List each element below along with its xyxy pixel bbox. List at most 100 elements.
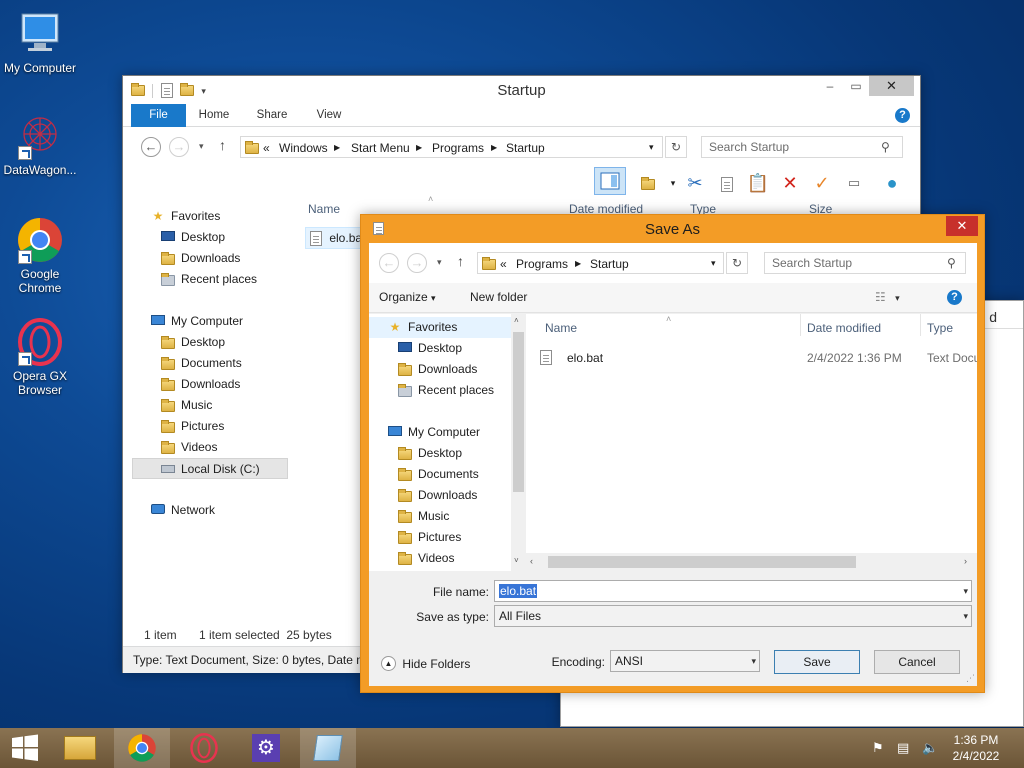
nav-pc-videos[interactable]: Videos <box>397 548 454 569</box>
start-button[interactable] <box>0 728 50 768</box>
tray-time[interactable]: 1:36 PM <box>951 733 1001 747</box>
breadcrumb-programs[interactable]: Programs <box>516 257 568 271</box>
save-as-dialog[interactable]: Save As ✕ ← → ▾ ↑ « Programs ▶ Startup ▾… <box>360 214 985 693</box>
help-icon[interactable]: ? <box>895 108 910 123</box>
file-list-hscrollbar[interactable]: ‹ › <box>526 553 977 571</box>
address-dropdown-icon[interactable]: ▾ <box>711 258 716 269</box>
checkmark-icon[interactable]: ✓ <box>809 170 835 196</box>
address-bar[interactable]: « Windows ▶ Start Menu ▶ Programs ▶ Star… <box>240 136 663 158</box>
nav-favorites[interactable]: ★ Favorites <box>150 206 221 227</box>
open-icon[interactable] <box>635 170 661 196</box>
nav-fav-downloads[interactable]: Downloads <box>397 359 477 380</box>
rename-icon[interactable]: ▭ <box>841 170 867 196</box>
back-button[interactable]: ← <box>141 137 161 157</box>
globe-icon[interactable]: ● <box>879 170 905 196</box>
scrollbar-thumb[interactable] <box>548 556 856 568</box>
up-arrow-icon[interactable]: ↑ <box>457 253 464 269</box>
chevron-down-icon[interactable]: ▾ <box>963 581 968 601</box>
forward-button[interactable]: → <box>407 253 427 273</box>
save-type-select[interactable]: All Files ▾ <box>494 605 972 627</box>
help-icon[interactable]: ? <box>947 290 962 305</box>
organize-button[interactable]: Organize ▾ <box>379 290 436 304</box>
desktop-icon-chrome[interactable]: Google Chrome <box>0 216 80 295</box>
breadcrumb-windows[interactable]: Windows <box>279 141 328 155</box>
dialog-address-bar[interactable]: « Programs ▶ Startup ▾ <box>477 252 724 274</box>
nav-pc-local-disk[interactable]: Local Disk (C:) <box>132 458 288 479</box>
nav-pc-music[interactable]: Music <box>397 506 449 527</box>
chevron-down-icon[interactable]: ▾ <box>751 651 756 671</box>
maximize-button[interactable]: ▭ <box>843 76 869 96</box>
nav-pc-music[interactable]: Music <box>160 395 212 416</box>
scroll-left-icon[interactable]: ‹ <box>530 556 533 566</box>
nav-pc-documents[interactable]: Documents <box>397 464 479 485</box>
nav-pc-desktop[interactable]: Desktop <box>160 332 225 353</box>
breadcrumb-startup[interactable]: Startup <box>506 141 545 155</box>
new-folder-button[interactable]: New folder <box>470 290 527 304</box>
nav-favorites[interactable]: ★ Favorites <box>369 317 511 338</box>
tab-home[interactable]: Home <box>189 104 239 127</box>
scroll-right-icon[interactable]: › <box>964 556 967 566</box>
nav-pc-documents[interactable]: Documents <box>160 353 242 374</box>
dialog-search-input[interactable]: Search Startup <box>764 252 966 274</box>
forward-button[interactable]: → <box>169 137 189 157</box>
taskbar-opera-gx[interactable] <box>176 728 232 768</box>
tab-view[interactable]: View <box>304 104 354 127</box>
save-as-titlebar[interactable]: Save As ✕ <box>361 215 984 243</box>
scroll-up-icon[interactable]: ˄ <box>514 316 519 325</box>
nav-fav-recent[interactable]: Recent places <box>160 269 257 290</box>
breadcrumb-startup[interactable]: Startup <box>590 257 629 271</box>
desktop-icon-datawagon[interactable]: DataWagon... <box>0 112 80 177</box>
volume-muted-icon[interactable]: 🔈 <box>922 740 938 756</box>
taskbar-settings[interactable]: ⚙ <box>238 728 294 768</box>
taskbar-notepad[interactable] <box>300 728 356 768</box>
tab-share[interactable]: Share <box>247 104 297 127</box>
column-header-type[interactable]: Type <box>927 321 953 335</box>
paste-icon[interactable]: 📋 <box>745 170 771 196</box>
preview-pane-button[interactable] <box>594 167 626 195</box>
nav-network[interactable]: Network <box>150 500 215 521</box>
action-center-icon[interactable]: ⚑ <box>872 740 884 756</box>
nav-pc-downloads[interactable]: Downloads <box>160 374 240 395</box>
column-header-date[interactable]: Date modified <box>807 321 881 335</box>
scrollbar-thumb[interactable] <box>513 332 524 492</box>
cancel-button[interactable]: Cancel <box>874 650 960 674</box>
address-dropdown-icon[interactable]: ▾ <box>649 142 654 153</box>
tab-file[interactable]: File <box>131 104 186 127</box>
nav-pc-pictures[interactable]: Pictures <box>160 416 224 437</box>
nav-pc-videos[interactable]: Videos <box>160 437 217 458</box>
tray-date[interactable]: 2/4/2022 <box>951 749 1001 763</box>
chevron-down-icon[interactable]: ▾ <box>963 606 968 626</box>
recent-locations-icon[interactable]: ▾ <box>199 141 204 152</box>
up-arrow-icon[interactable]: ↑ <box>219 137 226 153</box>
breadcrumb-start-menu[interactable]: Start Menu <box>351 141 410 155</box>
nav-pc-downloads[interactable]: Downloads <box>397 485 477 506</box>
scroll-down-icon[interactable]: ˅ <box>514 556 519 565</box>
nav-pane-scrollbar[interactable]: ˄ ˅ <box>511 314 526 571</box>
cut-icon[interactable]: ✂ <box>682 170 708 196</box>
refresh-button[interactable]: ↻ <box>726 252 748 274</box>
close-button[interactable]: ✕ <box>946 216 978 236</box>
nav-my-computer[interactable]: My Computer <box>387 422 480 443</box>
nav-fav-recent[interactable]: Recent places <box>397 380 494 401</box>
desktop-icon-my-computer[interactable]: My Computer <box>0 10 80 75</box>
network-status-icon[interactable]: ▤ <box>897 740 909 756</box>
file-row-elo-bat[interactable]: elo.bat 2/4/2022 1:36 PM Text Docu <box>540 347 977 369</box>
save-button[interactable]: Save <box>774 650 860 674</box>
resize-grip-icon[interactable]: ⋰ <box>966 673 975 684</box>
desktop-icon-opera-gx[interactable]: Opera GX Browser <box>0 318 80 397</box>
file-name-input[interactable]: elo.bat ▾ <box>494 580 972 602</box>
taskbar-chrome[interactable] <box>114 728 170 768</box>
view-options-icon[interactable]: ☷ ▾ <box>875 290 900 304</box>
file-row-elo-bat[interactable]: elo.bat <box>305 227 365 249</box>
recent-locations-icon[interactable]: ▾ <box>437 257 442 268</box>
close-button[interactable]: ✕ <box>869 76 914 96</box>
nav-pc-pictures[interactable]: Pictures <box>397 527 461 548</box>
taskbar-file-explorer[interactable] <box>52 728 108 768</box>
minimize-button[interactable]: – <box>817 76 843 96</box>
column-header-name[interactable]: Name <box>308 202 340 216</box>
breadcrumb-programs[interactable]: Programs <box>432 141 484 155</box>
copy-icon[interactable] <box>714 170 740 196</box>
delete-icon[interactable]: ✕ <box>777 170 803 196</box>
nav-pc-desktop[interactable]: Desktop <box>397 443 462 464</box>
back-button[interactable]: ← <box>379 253 399 273</box>
